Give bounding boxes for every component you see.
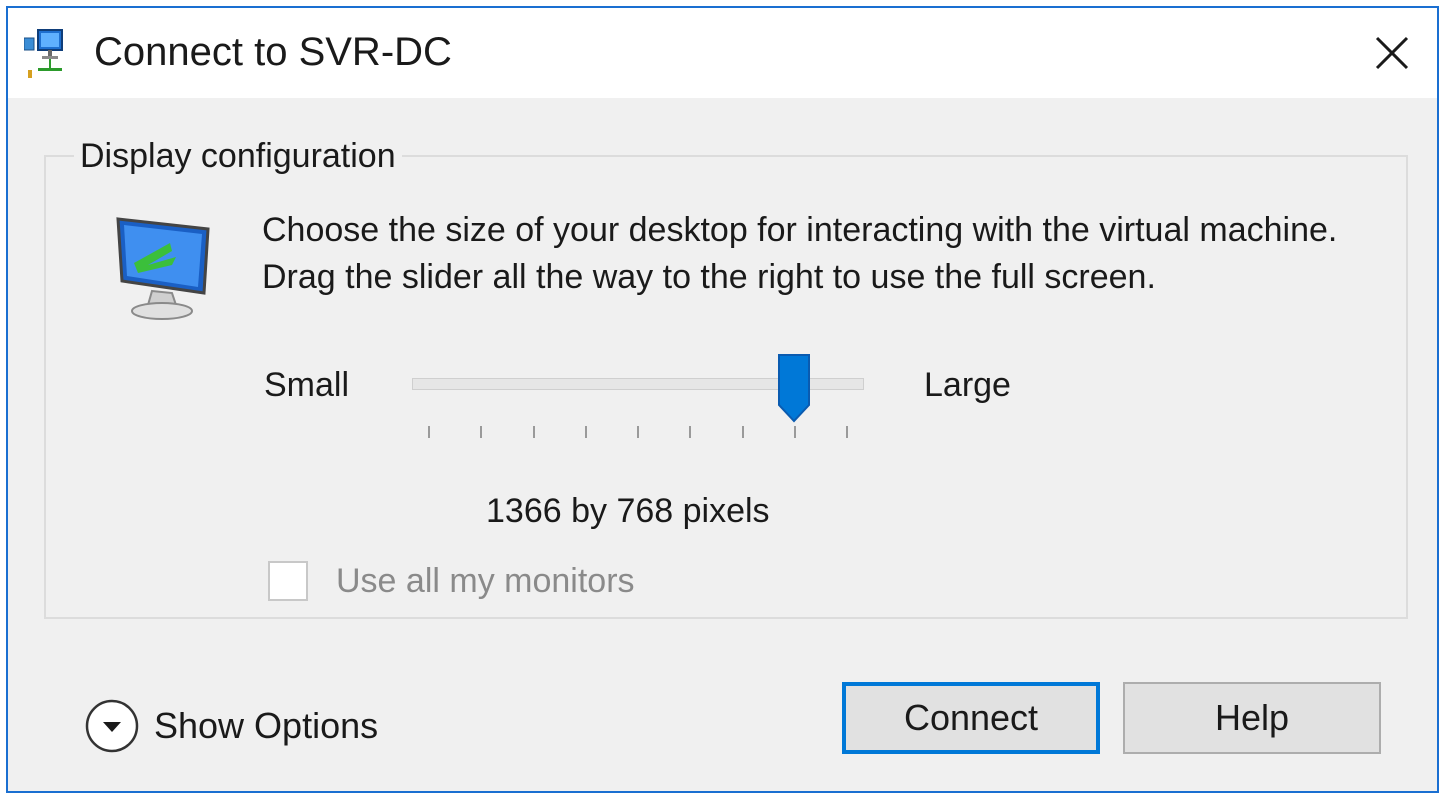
use-all-monitors-checkbox[interactable]	[268, 561, 308, 601]
monitor-resize-icon	[112, 213, 222, 323]
remote-desktop-connection-icon	[23, 28, 70, 80]
slider-thumb[interactable]	[777, 353, 811, 423]
help-button[interactable]: Help	[1123, 682, 1381, 754]
display-configuration-group: Display configuration Choose the size of…	[44, 137, 1408, 619]
slider-tick	[793, 426, 796, 438]
slider-tick	[741, 426, 744, 438]
slider-min-label: Small	[264, 366, 350, 404]
group-label: Display configuration	[74, 137, 402, 175]
slider-tick	[428, 426, 430, 438]
connect-dialog: Connect to SVR-DC Display configuration …	[6, 6, 1439, 793]
resolution-readout: 1366 by 768 pixels	[486, 492, 770, 530]
show-options-label: Show Options	[154, 705, 379, 746]
close-icon	[1375, 36, 1409, 70]
slider-tick	[480, 426, 483, 438]
window-title: Connect to SVR-DC	[94, 30, 452, 74]
use-all-monitors-label: Use all my monitors	[336, 562, 635, 600]
slider-tick	[689, 426, 692, 438]
show-options-toggle[interactable]: Show Options	[84, 698, 378, 754]
slider-tick	[584, 426, 587, 438]
desktop-size-slider[interactable]	[412, 354, 868, 459]
slider-tick	[637, 426, 639, 438]
slider-tick	[532, 426, 535, 438]
slider-tick	[846, 426, 848, 438]
slider-max-label: Large	[924, 366, 1011, 404]
chevron-down-circle-icon	[85, 699, 139, 753]
close-button[interactable]	[1347, 8, 1437, 98]
title-bar: Connect to SVR-DC	[8, 8, 1437, 98]
description-text: Choose the size of your desktop for inte…	[262, 211, 1338, 296]
connect-button[interactable]: Connect	[842, 682, 1100, 754]
